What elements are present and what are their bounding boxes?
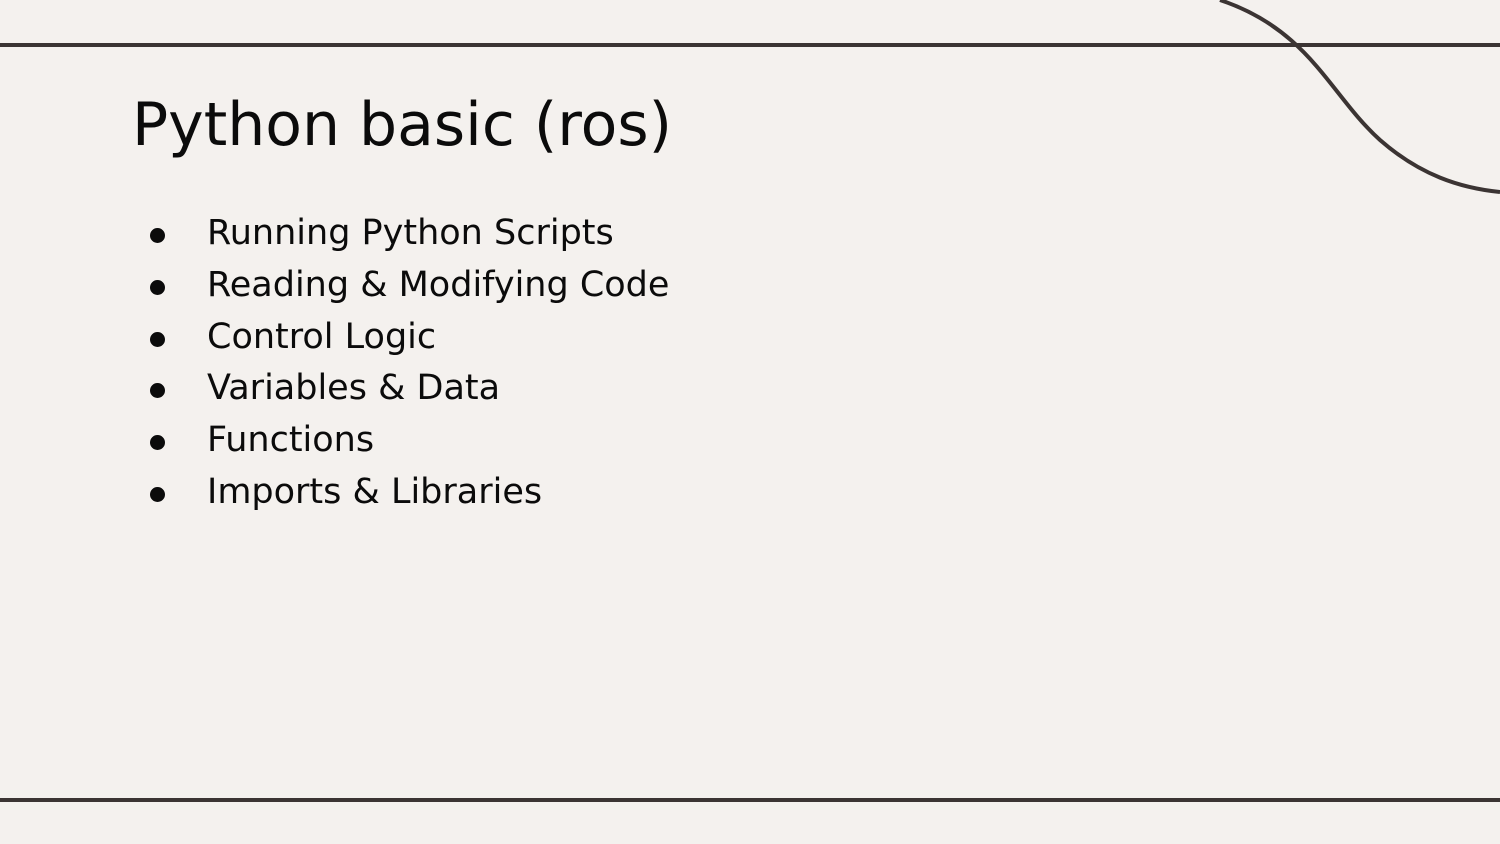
bullet-icon (150, 383, 165, 399)
bullet-text: Imports & Libraries (207, 471, 543, 512)
slide-title: Python basic (ros) (132, 90, 673, 160)
bottom-divider-line (0, 798, 1500, 802)
slide: Python basic (ros) Running Python Script… (0, 0, 1500, 844)
bullet-icon (150, 331, 165, 347)
bullet-text: Variables & Data (207, 368, 501, 409)
bullet-icon (150, 228, 165, 243)
bullet-text: Reading & Modifying Code (207, 264, 670, 305)
bullet-text: Control Logic (207, 316, 437, 357)
bullet-icon (150, 486, 165, 502)
decorative-curve (1219, 0, 1500, 194)
bullet-icon (150, 279, 165, 295)
bullet-text: Functions (207, 420, 375, 461)
bullet-text: Running Python Scripts (207, 213, 614, 253)
bullet-icon (150, 435, 165, 451)
